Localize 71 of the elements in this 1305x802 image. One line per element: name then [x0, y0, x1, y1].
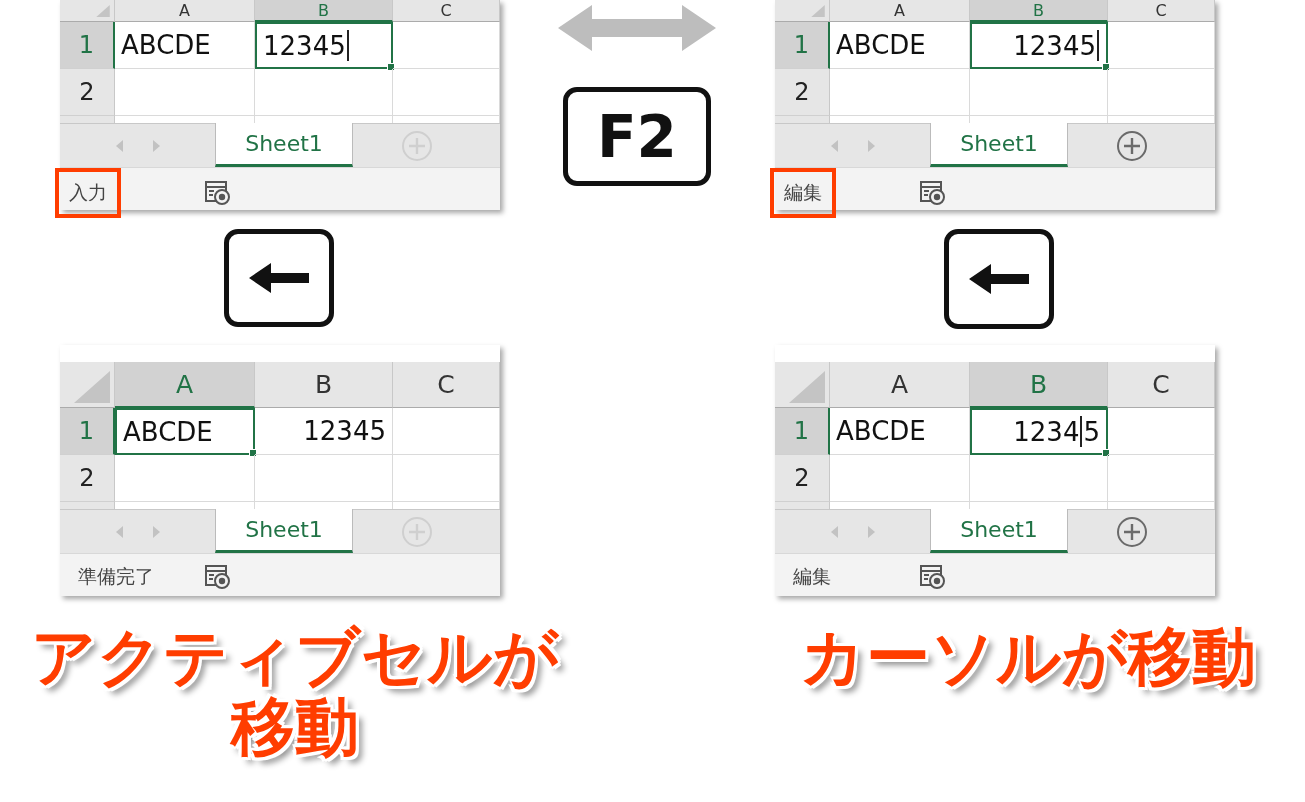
row-header[interactable]: 2	[775, 455, 830, 502]
caption-text: カーソルが移動	[798, 622, 1257, 693]
row-header[interactable]: 1	[60, 408, 115, 455]
table-cell: ABCDE	[830, 22, 970, 69]
scroll-right-icon[interactable]	[152, 139, 160, 152]
status-text: 準備完了	[77, 564, 155, 589]
column-header[interactable]: C	[393, 362, 500, 408]
column-header[interactable]: C	[1108, 362, 1215, 408]
scroll-left-icon[interactable]	[115, 525, 123, 538]
select-all-icon[interactable]	[74, 371, 110, 403]
scroll-right-icon[interactable]	[867, 525, 875, 538]
left-arrow-icon	[969, 264, 1029, 294]
table-cell: 12345	[255, 22, 393, 69]
corner-cell[interactable]	[775, 0, 830, 22]
table-cell: 12345	[255, 408, 393, 455]
status-text: 編集	[792, 564, 832, 589]
column-header[interactable]: B	[255, 362, 393, 408]
row-header[interactable]: 2	[60, 455, 115, 502]
add-sheet-icon[interactable]	[1116, 129, 1148, 162]
row-header[interactable]	[60, 116, 115, 123]
f2-key: F2	[563, 87, 711, 186]
table-cell: ABCDE	[115, 408, 255, 455]
row-header[interactable]: 1	[775, 22, 830, 69]
column-header[interactable]: C	[1108, 0, 1215, 22]
sheet-tab[interactable]: Sheet1	[930, 509, 1068, 553]
row-header[interactable]: 1	[775, 408, 830, 455]
sheet-tab[interactable]: Sheet1	[215, 123, 353, 167]
select-all-icon[interactable]	[811, 5, 825, 17]
scroll-right-icon[interactable]	[152, 525, 160, 538]
column-header[interactable]: A	[115, 362, 255, 408]
fill-handle[interactable]	[387, 63, 395, 71]
select-all-icon[interactable]	[96, 5, 110, 17]
add-sheet-icon[interactable]	[1116, 515, 1148, 548]
column-header[interactable]: A	[115, 0, 255, 22]
caption-text: アクティブセルが移動	[30, 622, 560, 763]
corner-cell[interactable]	[60, 0, 115, 22]
scroll-right-icon[interactable]	[867, 139, 875, 152]
fill-handle[interactable]	[1102, 449, 1110, 457]
column-header[interactable]: C	[393, 0, 500, 22]
table-cell: ABCDE	[115, 22, 255, 69]
sheet-tab[interactable]: Sheet1	[215, 509, 353, 553]
column-header[interactable]: A	[830, 0, 970, 22]
row-header[interactable]: 2	[60, 69, 115, 116]
scroll-left-icon[interactable]	[115, 139, 123, 152]
left-arrow-icon	[249, 263, 309, 293]
row-header[interactable]: 2	[775, 69, 830, 116]
double-arrow-icon	[558, 5, 716, 51]
macro-record-icon[interactable]	[920, 181, 946, 205]
corner-cell[interactable]	[775, 362, 830, 408]
row-header[interactable]	[775, 116, 830, 123]
table-cell: ABCDE	[830, 408, 970, 455]
macro-record-icon[interactable]	[205, 565, 231, 589]
row-header[interactable]	[775, 502, 830, 509]
status-text: 入力	[55, 168, 121, 218]
macro-record-icon[interactable]	[205, 181, 231, 205]
fill-handle[interactable]	[1102, 63, 1110, 71]
scroll-left-icon[interactable]	[830, 525, 838, 538]
column-header[interactable]: B	[970, 0, 1108, 22]
status-text: 編集	[770, 168, 836, 218]
corner-cell[interactable]	[60, 362, 115, 408]
row-header[interactable]: 1	[60, 22, 115, 69]
column-header[interactable]: B	[970, 362, 1108, 408]
column-header[interactable]: A	[830, 362, 970, 408]
fill-handle[interactable]	[249, 449, 257, 457]
select-all-icon[interactable]	[789, 371, 825, 403]
scroll-left-icon[interactable]	[830, 139, 838, 152]
table-cell: 12345	[970, 22, 1108, 69]
sheet-tab[interactable]: Sheet1	[930, 123, 1068, 167]
row-header[interactable]	[60, 502, 115, 509]
macro-record-icon[interactable]	[920, 565, 946, 589]
column-header[interactable]: B	[255, 0, 393, 22]
